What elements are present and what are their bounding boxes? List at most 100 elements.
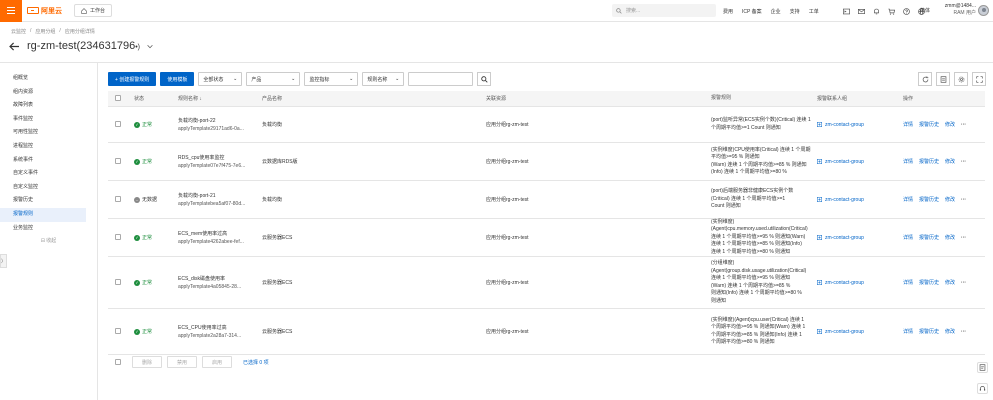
table-row[interactable]: – 无数据 负载均衡-port-21 applyTemplatebea5af07…: [108, 181, 985, 219]
row-checkbox[interactable]: [115, 278, 121, 285]
more-icon[interactable]: ···: [961, 122, 966, 128]
sidebar-item-alarm-rules[interactable]: 报警规则: [0, 207, 86, 222]
feedback-button[interactable]: [977, 362, 988, 373]
create-alarm-rule-button[interactable]: + 创建报警规则: [108, 72, 157, 86]
search-input[interactable]: [408, 72, 474, 86]
aliyun-logo[interactable]: 阿里云: [27, 6, 62, 16]
edit-link[interactable]: 修改: [945, 196, 955, 203]
link-icp[interactable]: ICP 备案: [742, 8, 762, 15]
language-switch[interactable]: 简体: [920, 7, 930, 14]
resource-link[interactable]: 应用分组rg-zm-test: [486, 121, 711, 128]
rule-name-filter-select[interactable]: 规则名称 ⌄: [362, 72, 405, 86]
edit-link[interactable]: 修改: [945, 234, 955, 241]
link-ticket[interactable]: 工单: [809, 8, 819, 15]
alarm-history-link[interactable]: 报警历史: [919, 234, 939, 241]
row-checkbox[interactable]: [115, 120, 121, 127]
disable-button[interactable]: 禁用: [167, 356, 198, 368]
expand-plus-icon[interactable]: [817, 235, 822, 240]
col-rule-name[interactable]: 规则名称 ↓: [178, 95, 262, 102]
detail-link[interactable]: 详情: [903, 158, 913, 165]
resource-link[interactable]: 应用分组rg-zm-test: [486, 234, 711, 241]
more-icon[interactable]: ···: [961, 197, 966, 203]
detail-link[interactable]: 详情: [903, 279, 913, 286]
resource-link[interactable]: 应用分组rg-zm-test: [486, 196, 711, 203]
contact-group[interactable]: zm-contact-group: [817, 122, 903, 128]
contact-group[interactable]: zm-contact-group: [817, 329, 903, 335]
table-row[interactable]: ✓ 正常 负载均衡-port-22 applyTemplate29171ad6-…: [108, 107, 985, 143]
link-billing[interactable]: 费用: [723, 8, 733, 15]
expand-plus-icon[interactable]: [817, 197, 822, 202]
expand-plus-icon[interactable]: [817, 159, 822, 164]
sidebar-toggle-tab[interactable]: 〉: [0, 254, 7, 268]
more-icon[interactable]: ···: [961, 159, 966, 165]
link-enterprise[interactable]: 企业: [771, 8, 781, 15]
export-button[interactable]: [936, 72, 950, 86]
more-icon[interactable]: ···: [961, 329, 966, 335]
refresh-button[interactable]: [918, 72, 932, 86]
sidebar-item-custom-monitor[interactable]: 自定义监控: [0, 181, 86, 195]
detail-link[interactable]: 详情: [903, 121, 913, 128]
edit-link[interactable]: 修改: [945, 279, 955, 286]
sidebar-item-resources[interactable]: 组内资源: [0, 86, 86, 100]
sidebar-item-availability[interactable]: 可用性监控: [0, 126, 86, 140]
sidebar-item-faults[interactable]: 故障列表: [0, 99, 86, 113]
footer-select-all-checkbox[interactable]: [115, 359, 121, 365]
sidebar-item-overview[interactable]: 组概览: [0, 72, 86, 86]
contact-group[interactable]: zm-contact-group: [817, 159, 903, 165]
edit-link[interactable]: 修改: [945, 121, 955, 128]
bell-icon[interactable]: [873, 8, 880, 15]
alarm-history-link[interactable]: 报警历史: [919, 121, 939, 128]
cart-icon[interactable]: [888, 8, 895, 15]
user-info[interactable]: zmm@1484... RAM 用户: [939, 3, 976, 17]
table-row[interactable]: ✓ 正常 ECS_disk磁盘使用率 applyTemplate4a05845-…: [108, 257, 985, 309]
select-all-checkbox[interactable]: [115, 94, 121, 101]
table-row[interactable]: ✓ 正常 RDS_cpu使用率监控 applyTemplate07e7f475-…: [108, 143, 985, 181]
back-arrow-icon[interactable]: [9, 41, 20, 51]
expand-plus-icon[interactable]: [817, 329, 822, 334]
resource-link[interactable]: 应用分组rg-zm-test: [486, 279, 711, 286]
row-checkbox[interactable]: [115, 327, 121, 334]
chevron-down-icon[interactable]: [147, 44, 153, 49]
enable-button[interactable]: 启用: [202, 356, 233, 368]
global-search-input[interactable]: 搜索...: [612, 4, 716, 17]
link-support[interactable]: 支持: [790, 8, 800, 15]
product-filter-select[interactable]: 产品 ⌄: [246, 72, 301, 86]
settings-button[interactable]: [954, 72, 968, 86]
mail-icon[interactable]: [858, 8, 865, 15]
detail-link[interactable]: 详情: [903, 328, 913, 335]
contact-group[interactable]: zm-contact-group: [817, 197, 903, 203]
sidebar-item-custom-events[interactable]: 自定义事件: [0, 167, 86, 181]
breadcrumb-app-groups[interactable]: 应用分组: [35, 28, 55, 35]
sidebar-collapse-button[interactable]: ⊟ 收起: [0, 237, 97, 244]
sidebar-item-event-monitor[interactable]: 事件监控: [0, 113, 86, 127]
use-template-button[interactable]: 使用模板: [160, 72, 195, 86]
alarm-history-link[interactable]: 报警历史: [919, 328, 939, 335]
breadcrumb-cloudmonitor[interactable]: 云监控: [11, 28, 26, 35]
sidebar-item-alarm-history[interactable]: 报警历史: [0, 194, 86, 208]
row-checkbox[interactable]: [115, 195, 121, 202]
row-checkbox[interactable]: [115, 157, 121, 164]
detail-link[interactable]: 详情: [903, 234, 913, 241]
row-checkbox[interactable]: [115, 233, 121, 240]
expand-plus-icon[interactable]: [817, 122, 822, 127]
terminal-icon[interactable]: [843, 8, 850, 15]
service-button[interactable]: [977, 383, 988, 394]
contact-group[interactable]: zm-contact-group: [817, 280, 903, 286]
search-button[interactable]: [477, 72, 492, 86]
edit-link[interactable]: 修改: [945, 328, 955, 335]
contact-group[interactable]: zm-contact-group: [817, 235, 903, 241]
delete-button[interactable]: 删除: [132, 356, 163, 368]
fullscreen-button[interactable]: [972, 72, 986, 86]
table-row[interactable]: ✓ 正常 ECS_CPU使用率过高 applyTemplate2a28a7-31…: [108, 309, 985, 355]
more-icon[interactable]: ···: [961, 235, 966, 241]
resource-link[interactable]: 应用分组rg-zm-test: [486, 158, 711, 165]
alarm-history-link[interactable]: 报警历史: [919, 158, 939, 165]
table-row[interactable]: ✓ 正常 ECS_mem使用率过高 applyTemplate4262abee-…: [108, 219, 985, 257]
sidebar-item-business-monitor[interactable]: 业务监控: [0, 222, 86, 236]
status-filter-select[interactable]: 全部状态 ⌄: [198, 72, 243, 86]
detail-link[interactable]: 详情: [903, 196, 913, 203]
more-icon[interactable]: ···: [961, 280, 966, 286]
help-icon[interactable]: [903, 7, 910, 15]
sidebar-item-system-events[interactable]: 系统事件: [0, 154, 86, 168]
hamburger-menu-button[interactable]: [0, 0, 22, 22]
